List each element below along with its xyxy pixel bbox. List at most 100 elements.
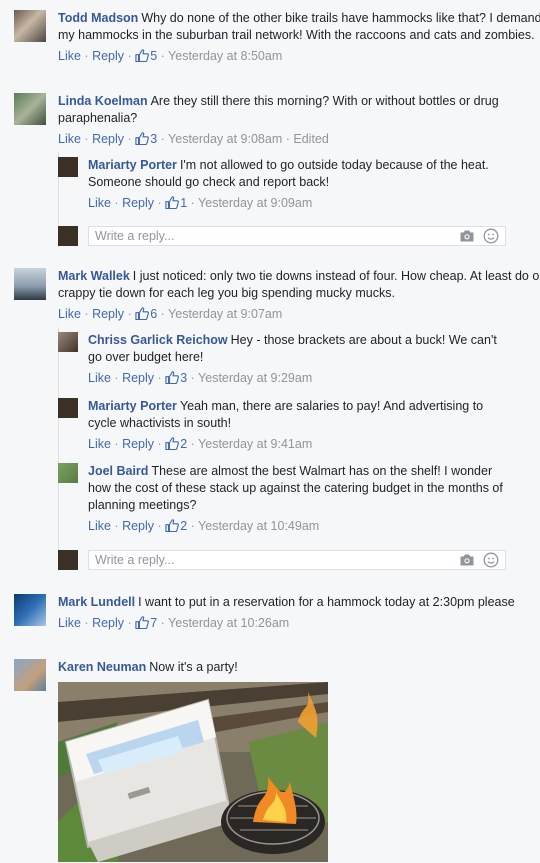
like-button[interactable]: Like: [88, 437, 111, 451]
reply-body: Joel Baird These are almost the best Walm…: [88, 463, 510, 535]
author-name[interactable]: Chriss Garlick Reichow: [88, 333, 228, 347]
reply-button[interactable]: Reply: [122, 371, 154, 385]
reply-body: Chriss Garlick Reichow Hey - those bracke…: [88, 332, 510, 387]
thumbs-up-icon: [135, 49, 149, 62]
author-name[interactable]: Mark Lundell: [58, 595, 135, 609]
avatar[interactable]: [58, 463, 78, 483]
reply: Mariarty Porter Yeah man, there are salar…: [0, 398, 540, 453]
avatar: [58, 226, 78, 246]
author-name[interactable]: Mariarty Porter: [88, 158, 177, 172]
comment-text: Now it's a party!: [149, 660, 238, 674]
like-button[interactable]: Like: [58, 307, 81, 321]
like-button[interactable]: Like: [88, 519, 111, 533]
like-count[interactable]: 2: [165, 519, 187, 533]
thumbs-up-icon: [165, 437, 179, 450]
comment-actions: Like · Reply · 5 · Yesterday at 8:50am: [58, 49, 283, 63]
like-count[interactable]: 6: [135, 307, 157, 321]
emoji-icon[interactable]: [483, 552, 499, 568]
like-button[interactable]: Like: [58, 49, 81, 63]
timestamp[interactable]: Yesterday at 9:07am: [168, 307, 282, 321]
timestamp[interactable]: Yesterday at 8:50am: [168, 49, 282, 63]
reply: Chriss Garlick Reichow Hey - those bracke…: [0, 332, 540, 387]
thumbs-up-icon: [135, 132, 149, 145]
avatar[interactable]: [58, 332, 78, 352]
thumbs-up-icon: [165, 196, 179, 209]
reply-body: Mariarty Porter Yeah man, there are salar…: [88, 398, 510, 453]
timestamp[interactable]: Yesterday at 10:26am: [168, 616, 289, 630]
write-reply-box: Write a reply...: [0, 226, 506, 246]
like-count[interactable]: 5: [135, 49, 157, 63]
reply-button[interactable]: Reply: [122, 437, 154, 451]
reply-actions: Like · Reply · 2 · Yesterday at 9:41am: [88, 437, 313, 451]
avatar[interactable]: [14, 93, 46, 125]
avatar[interactable]: [14, 10, 46, 42]
comment-actions: Like · Reply · 7 · Yesterday at 10:26am: [58, 616, 290, 630]
like-count[interactable]: 2: [165, 437, 187, 451]
avatar[interactable]: [14, 268, 46, 300]
reply-button[interactable]: Reply: [122, 196, 154, 210]
grill-cooler-photo: [58, 682, 328, 862]
emoji-icon[interactable]: [483, 228, 499, 244]
like-count[interactable]: 3: [165, 371, 187, 385]
reply-actions: Like · Reply · 3 · Yesterday at 9:29am: [88, 371, 313, 385]
comment-body: Todd Madson Why do none of the other bike…: [58, 10, 540, 65]
thumbs-up-icon: [165, 519, 179, 532]
reply-body: Mariarty Porter I'm not allowed to go out…: [88, 157, 510, 212]
thumbs-up-icon: [165, 371, 179, 384]
author-name[interactable]: Mark Wallek: [58, 269, 130, 283]
author-name[interactable]: Karen Neuman: [58, 660, 146, 674]
comment-body: Karen Neuman Now it's a party!: [58, 659, 540, 862]
like-count[interactable]: 7: [135, 616, 157, 630]
timestamp[interactable]: Yesterday at 9:41am: [198, 437, 312, 451]
timestamp[interactable]: Yesterday at 9:29am: [198, 371, 312, 385]
comment-text: I just noticed: only two tie downs inste…: [58, 269, 540, 300]
comment-body: Mark Wallek I just noticed: only two tie …: [58, 268, 540, 323]
like-button[interactable]: Like: [88, 371, 111, 385]
reply-button[interactable]: Reply: [92, 132, 124, 146]
write-reply-input[interactable]: Write a reply...: [88, 550, 506, 570]
write-reply-box: Write a reply...: [0, 550, 506, 570]
comment-text: I want to put in a reservation for a ham…: [138, 595, 515, 609]
attached-photo[interactable]: [58, 682, 328, 862]
timestamp[interactable]: Yesterday at 9:08am: [168, 132, 282, 146]
comment: Mark Lundell I want to put in a reservati…: [0, 594, 540, 632]
avatar[interactable]: [14, 594, 46, 626]
author-name[interactable]: Linda Koelman: [58, 94, 148, 108]
reply: Joel Baird These are almost the best Walm…: [0, 463, 540, 535]
reply-button[interactable]: Reply: [122, 519, 154, 533]
author-name[interactable]: Todd Madson: [58, 11, 138, 25]
comment: Todd Madson Why do none of the other bike…: [0, 10, 540, 65]
reply-actions: Like · Reply · 1 · Yesterday at 9:09am: [88, 196, 313, 210]
avatar[interactable]: [58, 398, 78, 418]
reply-actions: Like · Reply · 2 · Yesterday at 10:49am: [88, 519, 320, 533]
comment: Linda Koelman Are they still there this m…: [0, 93, 540, 148]
comment: Mark Wallek I just noticed: only two tie …: [0, 268, 540, 323]
write-reply-input[interactable]: Write a reply...: [88, 226, 506, 246]
edited-label[interactable]: Edited: [293, 132, 328, 146]
like-count[interactable]: 1: [165, 196, 187, 210]
timestamp[interactable]: Yesterday at 9:09am: [198, 196, 312, 210]
comment-body: Linda Koelman Are they still there this m…: [58, 93, 540, 148]
thumbs-up-icon: [135, 616, 149, 629]
reply-button[interactable]: Reply: [92, 616, 124, 630]
avatar[interactable]: [58, 157, 78, 177]
like-button[interactable]: Like: [58, 132, 81, 146]
avatar[interactable]: [14, 659, 46, 691]
author-name[interactable]: Mariarty Porter: [88, 399, 177, 413]
like-button[interactable]: Like: [88, 196, 111, 210]
comment-actions: Like · Reply · 6 · Yesterday at 9:07am: [58, 307, 283, 321]
reply-button[interactable]: Reply: [92, 307, 124, 321]
reply: Mariarty Porter I'm not allowed to go out…: [0, 157, 540, 212]
like-button[interactable]: Like: [58, 616, 81, 630]
reply-button[interactable]: Reply: [92, 49, 124, 63]
comments-feed: Todd Madson Why do none of the other bike…: [0, 0, 540, 863]
author-name[interactable]: Joel Baird: [88, 464, 148, 478]
like-count[interactable]: 3: [135, 132, 157, 146]
camera-icon[interactable]: [459, 552, 475, 568]
thumbs-up-icon: [135, 307, 149, 320]
reply-text: These are almost the best Walmart has on…: [88, 464, 503, 512]
avatar: [58, 550, 78, 570]
timestamp[interactable]: Yesterday at 10:49am: [198, 519, 319, 533]
comment-actions: Like · Reply · 3 · Yesterday at 9:08am ·…: [58, 132, 329, 146]
camera-icon[interactable]: [459, 228, 475, 244]
